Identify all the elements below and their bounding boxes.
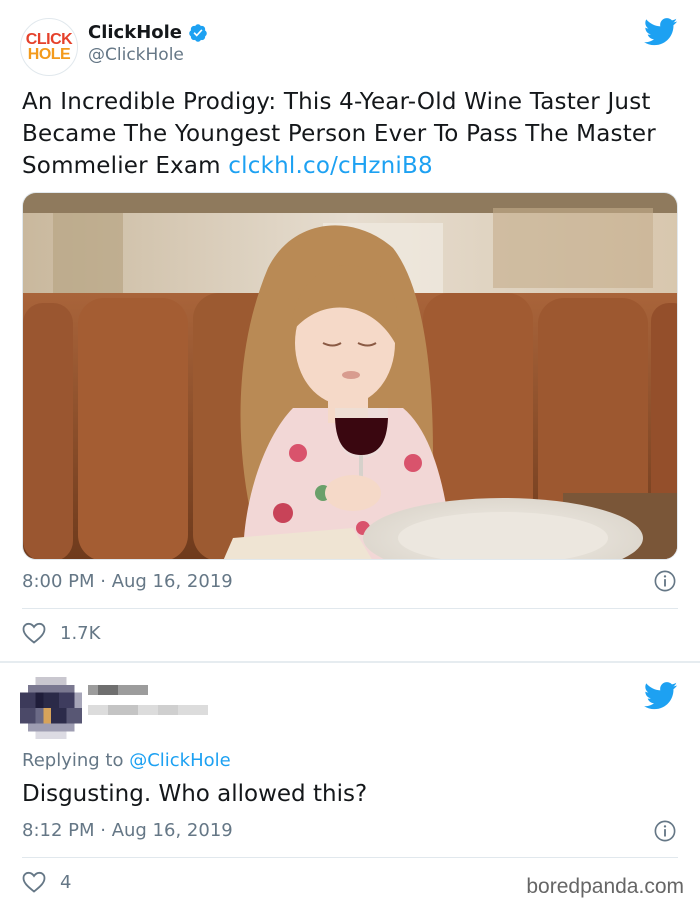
reply-text: Disgusting. Who allowed this? (22, 781, 368, 807)
replying-to: Replying to @ClickHole (22, 750, 231, 771)
info-icon[interactable] (654, 570, 676, 592)
verified-badge-icon (189, 23, 207, 42)
child-wine-glass-photo (23, 193, 677, 559)
divider (22, 857, 678, 858)
pixelated-username[interactable] (88, 685, 208, 725)
logo-text-line2: HOLE (27, 46, 71, 63)
user-handle[interactable]: @ClickHole (88, 45, 184, 65)
logo-text-line1: CLICK (25, 30, 73, 48)
tweet-link[interactable]: clckhl.co/cHzniB8 (228, 153, 433, 179)
tweet-text: An Incredible Prodigy: This 4-Year-Old W… (22, 86, 682, 182)
twitter-bird-icon[interactable] (644, 682, 678, 710)
info-icon[interactable] (654, 820, 676, 842)
like-count: 1.7K (60, 622, 101, 644)
like-count: 4 (60, 871, 72, 893)
reply-timestamp[interactable]: 8:12 PM · Aug 16, 2019 (22, 820, 233, 841)
display-name[interactable]: ClickHole (88, 22, 208, 43)
display-name-text: ClickHole (88, 22, 182, 43)
replying-mention[interactable]: @ClickHole (129, 750, 231, 771)
like-button[interactable]: 1.7K (22, 622, 100, 644)
divider (22, 608, 678, 609)
reply-card: Replying to @ClickHole Disgusting. Who a… (0, 663, 700, 912)
tweet-timestamp[interactable]: 8:00 PM · Aug 16, 2019 (22, 571, 233, 592)
replying-prefix: Replying to (22, 750, 130, 771)
twitter-bird-icon[interactable] (644, 18, 678, 46)
heart-icon (22, 622, 46, 644)
tweet-photo[interactable] (22, 192, 678, 560)
heart-icon (22, 871, 46, 893)
like-button[interactable]: 4 (22, 871, 71, 893)
pixelated-avatar[interactable] (20, 677, 82, 739)
clickhole-avatar[interactable]: CLICK HOLE (20, 18, 78, 76)
tweet-card: CLICK HOLE ClickHole @ClickHole An Incre… (0, 0, 700, 661)
watermark: boredpanda.com (526, 875, 684, 898)
